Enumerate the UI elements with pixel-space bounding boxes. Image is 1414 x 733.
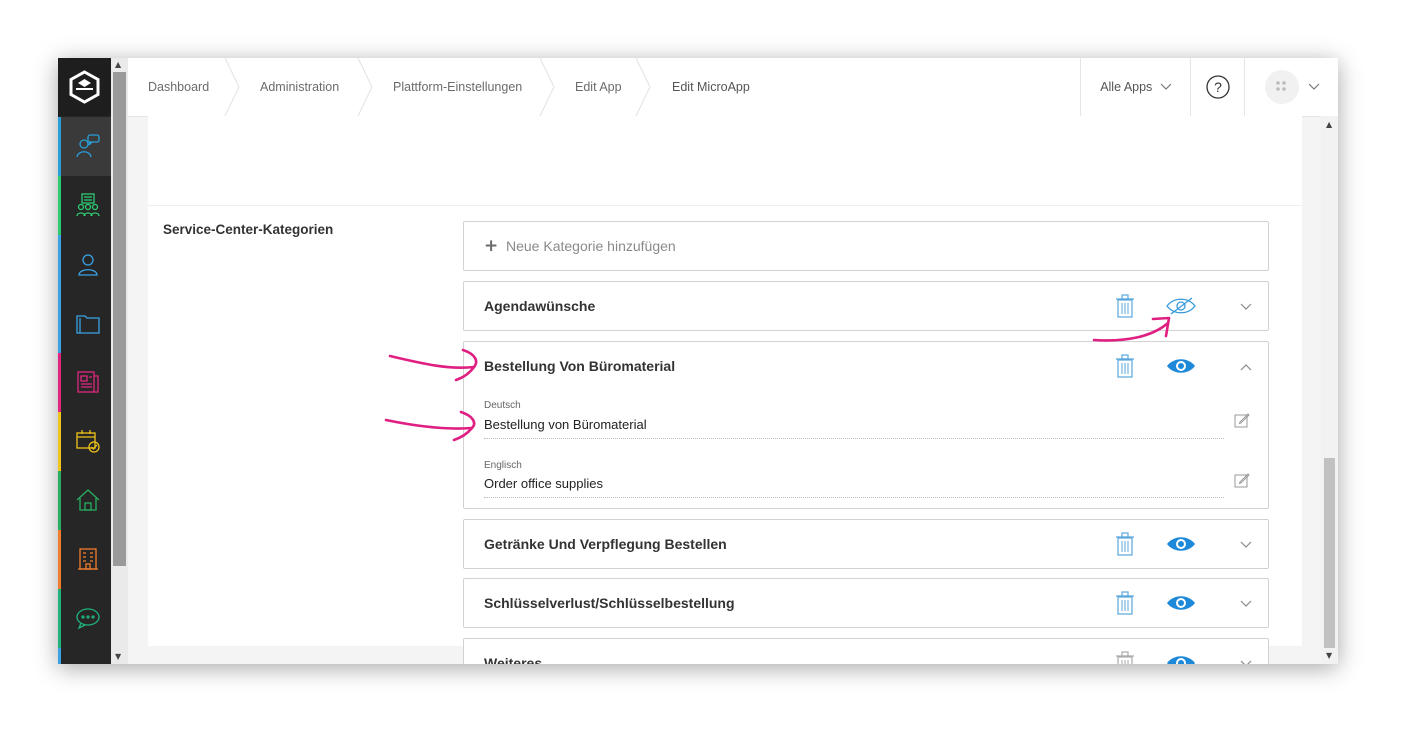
plus-icon: + <box>484 236 499 256</box>
sidebar-item-groups[interactable] <box>58 176 111 235</box>
sidebar-item-calendar[interactable] <box>58 412 111 471</box>
top-bar: Dashboard Administration Plattform-Einst… <box>128 58 1338 117</box>
support-icon <box>76 134 100 158</box>
breadcrumb-edit-app[interactable]: Edit App <box>575 58 622 116</box>
trash-icon[interactable] <box>1115 294 1135 319</box>
breadcrumb-chevron-icon <box>635 58 651 116</box>
field-label-english: Englisch <box>484 460 522 471</box>
scroll-down-arrow-icon[interactable]: ▼ <box>1326 652 1332 660</box>
main-scroll-thumb[interactable] <box>1324 458 1335 648</box>
field-underline <box>484 497 1224 498</box>
sidebar-scrollbar[interactable]: ▲ ▼ <box>111 58 128 664</box>
folder-icon <box>76 315 100 334</box>
user-menu[interactable] <box>1244 58 1338 116</box>
sidebar-item-profile[interactable] <box>58 235 111 294</box>
sidebar-item-home[interactable] <box>58 471 111 530</box>
category-card[interactable]: Agendawünsche <box>463 281 1269 331</box>
person-icon <box>78 254 98 276</box>
newspaper-icon <box>77 371 99 393</box>
breadcrumb-chevron-icon <box>357 58 373 116</box>
trash-icon[interactable] <box>1115 354 1135 379</box>
eye-icon[interactable] <box>1165 533 1197 555</box>
main-scrollbar[interactable]: ▲ ▼ <box>1321 116 1338 664</box>
breadcrumb-platform-settings[interactable]: Plattform-Einstellungen <box>393 58 522 116</box>
category-title[interactable]: Bestellung Von Büromaterial <box>484 358 675 374</box>
category-card-expanded: Bestellung Von Büromaterial Deutsch Best… <box>463 341 1269 509</box>
trash-icon[interactable] <box>1115 651 1135 664</box>
scroll-down-arrow-icon[interactable]: ▼ <box>115 653 121 661</box>
edit-icon[interactable] <box>1234 412 1250 428</box>
field-label-german: Deutsch <box>484 400 521 411</box>
sidebar-item-news[interactable] <box>58 353 111 412</box>
field-underline <box>484 438 1224 439</box>
add-category-label: Neue Kategorie hinzufügen <box>506 238 676 254</box>
breadcrumb-chevron-icon <box>224 58 240 116</box>
building-icon <box>78 548 98 570</box>
chevron-down-icon[interactable] <box>1240 303 1252 311</box>
group-icon <box>76 193 100 217</box>
eye-icon[interactable] <box>1165 355 1197 377</box>
section-label: Service-Center-Kategorien <box>163 222 334 237</box>
sidebar <box>58 58 111 664</box>
category-title: Weiteres <box>484 655 543 664</box>
trash-icon[interactable] <box>1115 591 1135 616</box>
content-panel: Service-Center-Kategorien + Neue Kategor… <box>148 116 1302 664</box>
eye-icon[interactable] <box>1165 652 1197 664</box>
calendar-check-icon <box>76 430 100 453</box>
sidebar-item-files[interactable] <box>58 294 111 353</box>
app-window: ▲ ▼ Dashboard Administration Plattform-E… <box>58 58 1338 664</box>
category-title: Schlüsselverlust/Schlüsselbestellung <box>484 595 735 611</box>
apps-dropdown[interactable]: Alle Apps <box>1080 58 1191 116</box>
field-value-english[interactable]: Order office supplies <box>484 476 603 491</box>
apps-dropdown-label: Alle Apps <box>1100 80 1153 94</box>
help-symbol: ? <box>1214 79 1222 95</box>
category-title: Agendawünsche <box>484 298 596 314</box>
sidebar-item-building[interactable] <box>58 530 111 589</box>
chevron-down-icon[interactable] <box>1240 600 1252 608</box>
category-card[interactable]: Schlüsselverlust/Schlüsselbestellung <box>463 578 1269 628</box>
sidebar-item-more[interactable] <box>58 648 111 664</box>
app-logo[interactable] <box>58 58 111 116</box>
breadcrumb-dashboard[interactable]: Dashboard <box>148 58 209 116</box>
eye-icon[interactable] <box>1165 592 1197 614</box>
eye-slash-icon[interactable] <box>1165 295 1197 317</box>
add-category-button[interactable]: + Neue Kategorie hinzufügen <box>463 221 1269 271</box>
chevron-up-icon[interactable] <box>1240 363 1252 371</box>
help-button[interactable]: ? <box>1190 58 1245 116</box>
cube-logo-icon <box>69 70 100 104</box>
chevron-down-icon <box>1160 83 1172 90</box>
avatar <box>1265 70 1299 104</box>
chevron-down-icon[interactable] <box>1240 660 1252 664</box>
sidebar-scroll-thumb[interactable] <box>113 72 126 566</box>
category-card[interactable]: Getränke Und Verpflegung Bestellen <box>463 519 1269 569</box>
scroll-up-arrow-icon[interactable]: ▲ <box>1326 121 1332 129</box>
scroll-up-arrow-icon[interactable]: ▲ <box>115 61 121 69</box>
breadcrumb-edit-microapp: Edit MicroApp <box>672 80 750 94</box>
breadcrumb-administration[interactable]: Administration <box>260 58 339 116</box>
trash-icon[interactable] <box>1115 532 1135 557</box>
breadcrumb-chevron-icon <box>539 58 555 116</box>
category-title: Getränke Und Verpflegung Bestellen <box>484 536 727 552</box>
chat-icon <box>76 608 100 630</box>
sidebar-item-support[interactable] <box>58 117 111 176</box>
home-icon <box>76 489 100 511</box>
category-card[interactable]: Weiteres <box>463 638 1269 664</box>
chevron-down-icon[interactable] <box>1240 541 1252 549</box>
field-value-german[interactable]: Bestellung von Büromaterial <box>484 417 647 432</box>
chevron-down-icon <box>1308 83 1320 90</box>
edit-icon[interactable] <box>1234 472 1250 488</box>
sidebar-item-chat[interactable] <box>58 589 111 648</box>
divider <box>148 205 1302 206</box>
